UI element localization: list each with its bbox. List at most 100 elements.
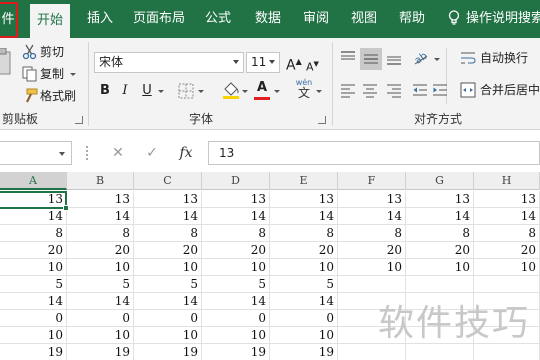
wrap-text-button[interactable]: 自动换行 xyxy=(480,48,528,68)
cell[interactable]: 10 xyxy=(67,327,134,344)
font-launcher-icon[interactable] xyxy=(318,116,326,124)
column-header-d[interactable]: D xyxy=(202,172,270,190)
column-header-a[interactable]: A xyxy=(0,172,67,190)
cell[interactable]: 14 xyxy=(270,208,338,225)
cell[interactable]: 8 xyxy=(202,225,270,242)
phonetic-guide-icon[interactable]: wén 文 xyxy=(294,78,314,99)
cell[interactable]: 14 xyxy=(0,293,67,310)
cell[interactable]: 10 xyxy=(474,259,540,276)
cell[interactable]: 13 xyxy=(338,191,406,208)
tab-page-layout[interactable]: 页面布局 xyxy=(128,0,190,38)
cell[interactable]: 10 xyxy=(202,259,270,276)
cell[interactable]: 14 xyxy=(474,208,540,225)
column-header-c[interactable]: C xyxy=(134,172,202,190)
font-name-combo[interactable]: 宋体 xyxy=(94,52,244,73)
tell-me-search[interactable]: 操作说明搜索 xyxy=(448,0,540,38)
font-color-dropdown-icon[interactable] xyxy=(274,90,280,93)
cell[interactable]: 10 xyxy=(134,327,202,344)
cell[interactable]: 20 xyxy=(67,242,134,259)
cell[interactable]: 20 xyxy=(202,242,270,259)
cell[interactable] xyxy=(338,344,406,360)
cell[interactable]: 20 xyxy=(0,242,67,259)
cell[interactable]: 14 xyxy=(134,293,202,310)
underline-button[interactable]: U xyxy=(140,81,154,101)
cancel-icon[interactable]: ✕ xyxy=(108,141,128,165)
merge-center-button[interactable]: 合并后居中 xyxy=(480,80,540,100)
tab-view[interactable]: 视图 xyxy=(344,0,384,38)
tab-insert[interactable]: 插入 xyxy=(80,0,120,38)
active-cell-selection[interactable] xyxy=(0,191,69,211)
cell[interactable]: 14 xyxy=(134,208,202,225)
align-right-icon[interactable] xyxy=(386,82,402,101)
cell[interactable]: 13 xyxy=(202,191,270,208)
cell[interactable] xyxy=(474,276,540,293)
cell[interactable]: 19 xyxy=(0,344,67,360)
cell[interactable]: 10 xyxy=(67,259,134,276)
cell[interactable]: 0 xyxy=(202,310,270,327)
grow-font-button[interactable]: A▲ xyxy=(286,52,302,74)
formula-input[interactable]: 13 xyxy=(208,141,540,165)
cell[interactable]: 5 xyxy=(67,276,134,293)
cell[interactable]: 10 xyxy=(202,327,270,344)
cell[interactable]: 8 xyxy=(0,225,67,242)
cell[interactable]: 8 xyxy=(134,225,202,242)
orientation-dropdown-icon[interactable] xyxy=(434,58,440,61)
format-painter-icon[interactable] xyxy=(22,88,38,107)
scissors-icon[interactable] xyxy=(22,44,38,63)
borders-dropdown-icon[interactable] xyxy=(198,90,204,93)
cell[interactable]: 10 xyxy=(0,327,67,344)
align-center-icon[interactable] xyxy=(362,82,378,101)
cell[interactable]: 10 xyxy=(270,327,338,344)
cell[interactable] xyxy=(406,276,474,293)
cell[interactable]: 20 xyxy=(406,242,474,259)
copy-button[interactable]: 复制 xyxy=(40,64,64,84)
font-size-combo[interactable]: 11 xyxy=(246,52,280,73)
cell[interactable]: 8 xyxy=(67,225,134,242)
cell[interactable]: 5 xyxy=(134,276,202,293)
borders-icon[interactable] xyxy=(178,83,194,102)
cell[interactable]: 13 xyxy=(474,191,540,208)
chevron-down-icon[interactable] xyxy=(233,60,239,64)
cell[interactable]: 10 xyxy=(406,259,474,276)
cell[interactable]: 5 xyxy=(270,276,338,293)
cell[interactable]: 0 xyxy=(270,310,338,327)
cell[interactable]: 19 xyxy=(134,344,202,360)
cell[interactable] xyxy=(474,344,540,360)
align-middle-icon[interactable] xyxy=(360,48,382,70)
column-header-b[interactable]: B xyxy=(67,172,134,190)
cell[interactable]: 19 xyxy=(67,344,134,360)
cell[interactable]: 13 xyxy=(134,191,202,208)
chevron-down-icon[interactable] xyxy=(59,152,65,156)
enter-icon[interactable]: ✓ xyxy=(142,141,162,165)
cell[interactable]: 20 xyxy=(270,242,338,259)
fill-color-icon[interactable] xyxy=(222,80,240,103)
cell[interactable]: 14 xyxy=(67,208,134,225)
cell[interactable]: 20 xyxy=(134,242,202,259)
tab-formulas[interactable]: 公式 xyxy=(198,0,238,38)
formula-bar-grip[interactable] xyxy=(86,146,88,160)
font-color-button[interactable]: A xyxy=(254,78,270,98)
copy-dropdown-icon[interactable] xyxy=(70,73,76,76)
column-header-f[interactable]: F xyxy=(338,172,406,190)
cell[interactable]: 13 xyxy=(67,191,134,208)
underline-dropdown-icon[interactable] xyxy=(158,90,164,93)
format-painter-button[interactable]: 格式刷 xyxy=(40,86,76,106)
cell[interactable]: 8 xyxy=(406,225,474,242)
cut-button[interactable]: 剪切 xyxy=(40,42,64,62)
cell[interactable]: 10 xyxy=(134,259,202,276)
tab-data[interactable]: 数据 xyxy=(248,0,288,38)
cell[interactable]: 5 xyxy=(202,276,270,293)
decrease-indent-icon[interactable] xyxy=(412,82,428,101)
italic-button[interactable]: I xyxy=(118,81,132,101)
cell[interactable]: 5 xyxy=(0,276,67,293)
cell[interactable] xyxy=(406,344,474,360)
chevron-down-icon[interactable] xyxy=(269,60,275,64)
cell[interactable]: 10 xyxy=(0,259,67,276)
cell[interactable]: 10 xyxy=(270,259,338,276)
cell[interactable]: 13 xyxy=(406,191,474,208)
cell[interactable]: 8 xyxy=(338,225,406,242)
align-left-icon[interactable] xyxy=(340,82,356,101)
cell[interactable]: 19 xyxy=(270,344,338,360)
cell[interactable]: 14 xyxy=(406,208,474,225)
cell[interactable]: 0 xyxy=(0,310,67,327)
